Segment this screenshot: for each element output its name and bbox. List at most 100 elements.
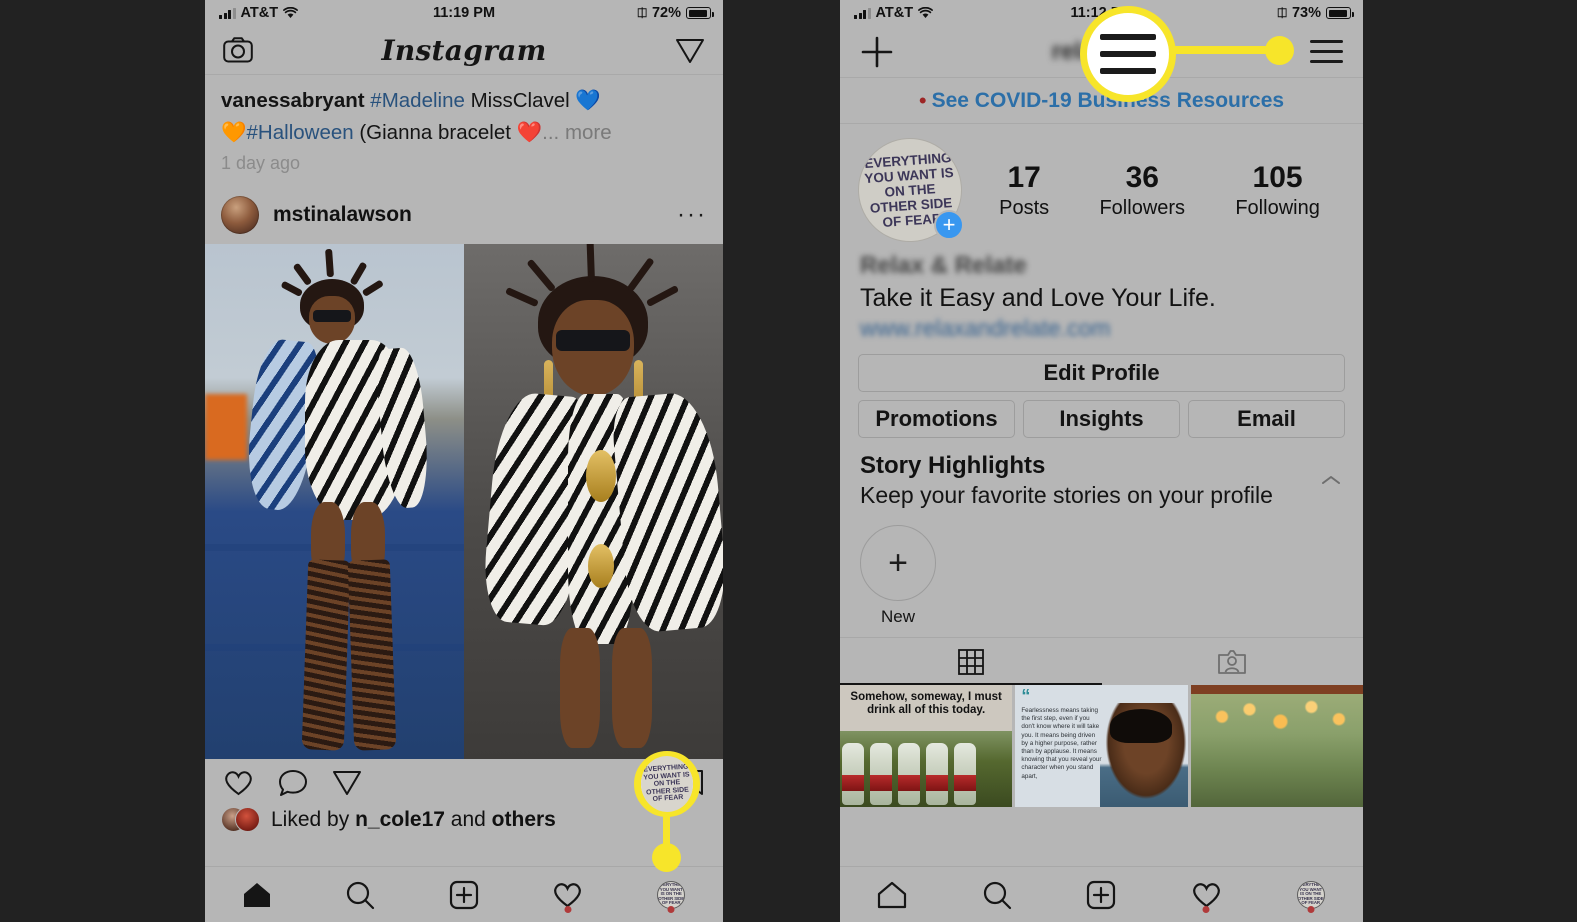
caption-username[interactable]: vanessabryant [221,89,365,112]
user-avatar[interactable] [221,195,259,234]
edit-profile-button[interactable]: Edit Profile [858,354,1345,392]
more-options-icon[interactable]: ··· [677,202,707,226]
background-banner [205,393,247,460]
grid-tab[interactable] [840,638,1102,685]
profile-tab[interactable]: EVERYTHING YOU WANT IS ON THE OTHER SIDE… [619,867,723,922]
highlight-placeholder[interactable] [1052,525,1128,627]
screenshot-stage: AT&T 11:19 PM ⎅ 72% Instagram vanessabry… [0,0,1577,922]
caption-emoji-orange-heart: 🧡 [221,120,247,144]
profile-tagline: Take it Easy and Love Your Life. [860,284,1216,312]
post-author-username[interactable]: mstinalawson [273,203,663,227]
status-bar-right: ⎅ 73% [1277,5,1354,21]
liked-by-username[interactable]: n_cole17 [355,808,445,831]
stat-posts-value: 17 [1007,160,1041,194]
activity-tab[interactable] [1154,867,1259,922]
caption-emoji-red-heart: ❤️ [516,120,543,144]
liked-by-text: Liked by n_cole17 and others [271,808,556,832]
posts-grid: Somehow, someway, I must drink all of th… [840,685,1363,807]
highlight-placeholder[interactable] [1148,525,1224,627]
caption-hashtag-1[interactable]: #Madeline [370,89,465,112]
content-tabs [840,637,1363,685]
post-header-row: mstinalawson ··· [205,186,723,244]
home-tab[interactable] [205,867,309,922]
liked-by-prefix: Liked by [271,807,356,831]
callout-profile-tab[interactable]: EVERYTHING YOU WANT IS ON THE OTHER SIDE… [634,751,700,817]
post-string-lights[interactable] [1190,685,1363,807]
caption-text-2: (Gianna bracelet [359,120,511,144]
caption-emoji-blue-heart: 💙 [575,89,601,112]
search-tab[interactable] [309,867,413,922]
battery-percent-label: 73% [1291,5,1321,21]
secondary-button-row: Promotions Insights Email [858,400,1345,438]
right-phone-screen: AT&T 11:12 PM ⎅ 73% relaxn●● • See COVI [840,0,1363,922]
pergola-beam [1190,685,1363,694]
heart-icon[interactable] [223,769,254,797]
profile-tab[interactable]: EVERYTHING YOU WANT IS ON THE OTHER SIDE… [1258,867,1363,922]
post-image-left-half [205,243,464,759]
liker-avatars [221,806,261,833]
stat-followers[interactable]: 36 Followers [1099,161,1185,220]
stat-posts[interactable]: 17 Posts [999,161,1049,220]
paper-plane-icon[interactable] [675,37,705,64]
profile-stats: 17 Posts 36 Followers 105 Following [966,161,1345,220]
rotation-lock-icon: ⎅ [1277,5,1287,20]
profile-avatar-icon: EVERYTHING YOU WANT IS ON THE OTHER SIDE… [1296,880,1325,909]
camera-icon[interactable] [223,37,253,63]
post-water-bottles[interactable]: Somehow, someway, I must drink all of th… [840,685,1013,807]
insights-button[interactable]: Insights [1023,400,1180,438]
hamburger-menu-icon [1100,34,1156,74]
caption-text-1: MissClavel [470,89,570,112]
callout-endpoint-right [1265,36,1294,65]
caption-hashtag-2[interactable]: #Halloween [247,121,354,144]
profile-avatar-icon: EVERYTHING YOU WANT IS ON THE OTHER SIDE… [639,754,695,814]
post-image[interactable] [205,243,723,759]
instagram-logo: Instagram [381,33,547,67]
profile-stats-row: EVERYTHING YOU WANT IS ON THE OTHER SIDE… [840,124,1363,246]
highlight-placeholder[interactable] [956,525,1032,627]
plus-badge-icon[interactable]: + [934,210,964,240]
liked-by-middle: and [444,807,492,831]
liked-by-row: Liked by n_cole17 and others [205,806,723,843]
home-tab[interactable] [840,867,945,922]
chevron-up-icon[interactable] [1321,474,1341,486]
stat-posts-label: Posts [999,196,1050,219]
story-highlights-row: + New [840,509,1363,637]
profile-action-buttons: Edit Profile Promotions Insights Email [840,344,1363,438]
story-highlights-subtitle: Keep your favorite stories on your profi… [860,482,1273,508]
profile-avatar-icon: EVERYTHING YOU WANT IS ON THE OTHER SIDE… [657,880,686,909]
post-caption: vanessabryant #Madeline MissClavel 💙 🧡#H… [205,75,723,149]
bottles-photo [840,731,1013,807]
add-post-tab[interactable] [412,867,516,922]
post-fearlessness-quote[interactable]: “ Fearlessness means taking the first st… [1015,685,1188,807]
status-bar-right: ⎅ 72% [637,5,714,21]
bottom-tab-bar: EVERYTHING YOU WANT IS ON THE OTHER SIDE… [840,866,1363,922]
add-post-tab[interactable] [1049,867,1154,922]
highlight-new[interactable]: + New [860,525,936,627]
search-tab[interactable] [945,867,1050,922]
quote-body: Fearlessness means taking the first step… [1021,707,1102,780]
comment-bubble-icon[interactable] [278,769,308,797]
caption-more-link[interactable]: more [565,121,612,144]
profile-avatar-wrapper[interactable]: EVERYTHING YOU WANT IS ON THE OTHER SIDE… [854,134,966,246]
stat-following[interactable]: 105 Following [1235,161,1319,220]
instagram-top-bar: Instagram [205,26,723,75]
battery-icon [686,7,714,19]
profile-website-link[interactable]: www.relaxandrelate.com [860,315,1343,344]
activity-tab[interactable] [516,867,620,922]
activity-badge [564,906,572,913]
paper-plane-icon[interactable] [332,769,362,796]
battery-icon [1326,7,1354,19]
highlight-placeholder[interactable] [1244,525,1320,627]
portrait-hair [1109,709,1172,743]
profile-badge [1307,906,1315,913]
highlight-new-label: New [880,607,915,626]
callout-hamburger-menu[interactable] [1080,6,1176,102]
tagged-tab[interactable] [1102,638,1364,685]
liked-by-others[interactable]: others [492,808,556,831]
promotions-button[interactable]: Promotions [858,400,1015,438]
stat-followers-label: Followers [1099,196,1186,219]
story-highlights-header: Story Highlights Keep your favorite stor… [840,438,1363,509]
email-button[interactable]: Email [1188,400,1345,438]
status-bar: AT&T 11:19 PM ⎅ 72% [205,0,723,26]
quote-mark: “ [1021,686,1031,706]
